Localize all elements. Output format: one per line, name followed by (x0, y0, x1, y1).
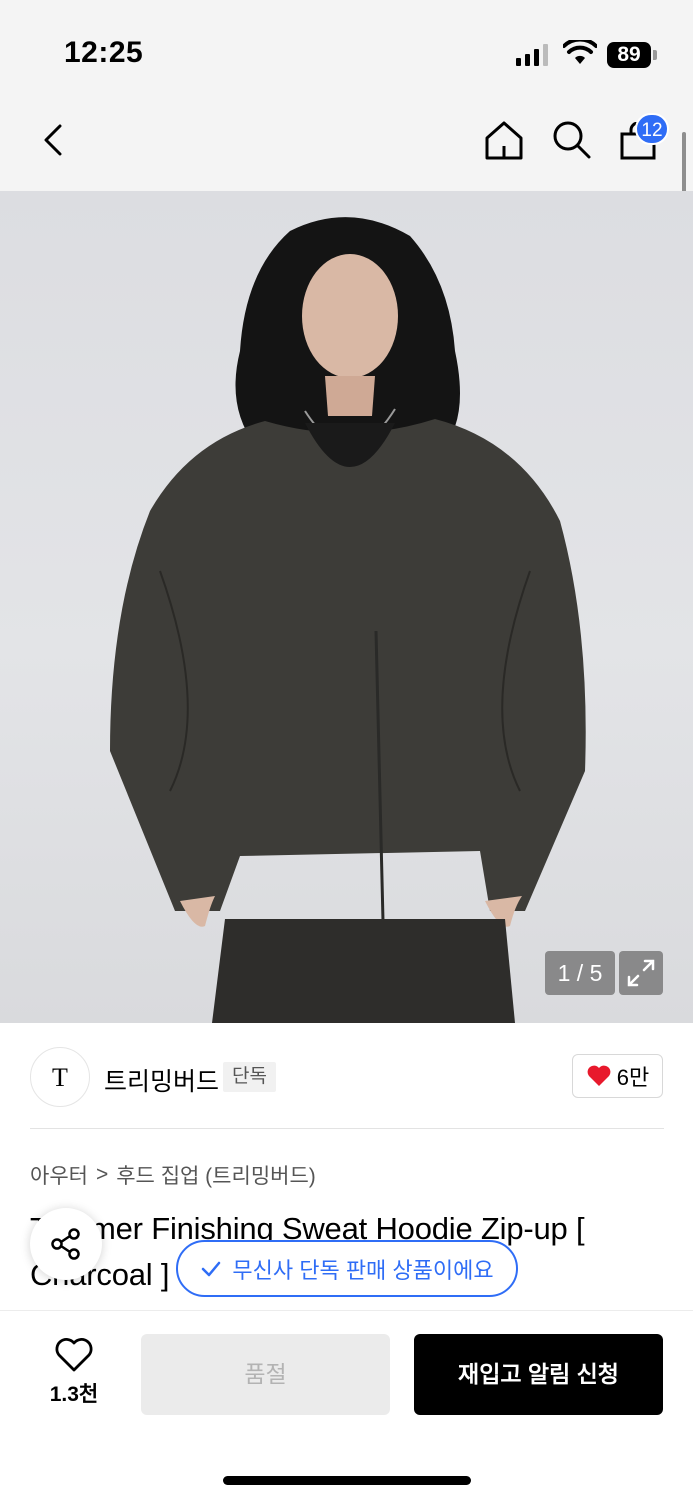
breadcrumb-category[interactable]: 아우터 (30, 1160, 88, 1190)
breadcrumb-separator: > (95, 1163, 109, 1186)
share-button[interactable] (30, 1208, 102, 1280)
cellular-signal-icon (516, 44, 548, 66)
cart-count-badge[interactable]: 12 (635, 113, 669, 145)
status-time: 12:25 (64, 36, 144, 69)
back-icon[interactable] (36, 120, 72, 160)
home-icon[interactable] (482, 118, 526, 162)
brand-like-button[interactable]: 6만 (572, 1054, 663, 1098)
search-icon[interactable] (550, 118, 594, 162)
expand-icon[interactable] (619, 951, 663, 995)
check-icon (202, 1261, 221, 1276)
wishlist-count: 1.3천 (49, 1383, 99, 1406)
soldout-button[interactable]: 품절 (141, 1334, 390, 1415)
status-bar: 12:25 89 (0, 0, 693, 100)
exclusive-toast: 무신사 단독 판매 상품이에요 (176, 1240, 518, 1297)
brand-logo[interactable]: T (30, 1047, 90, 1107)
bottom-action-bar: 1.3천 품절 재입고 알림 신청 (0, 1310, 693, 1500)
top-nav-bar: 12 (0, 100, 693, 191)
brand-like-count: 6만 (616, 1065, 650, 1090)
divider (30, 1128, 664, 1129)
product-image[interactable]: 1 / 5 (0, 191, 693, 1023)
image-counter: 1 / 5 (545, 951, 615, 995)
heart-icon (55, 1338, 93, 1372)
home-indicator[interactable] (223, 1476, 471, 1485)
wifi-icon (563, 40, 597, 64)
battery-level: 89 (607, 42, 651, 68)
brand-row: T 트리밍버드 단독 6만 (0, 1023, 693, 1129)
breadcrumb: 아우터 > 후드 집업 (트리밍버드) (30, 1160, 316, 1190)
heart-icon (587, 1065, 611, 1086)
restock-alert-button[interactable]: 재입고 알림 신청 (414, 1334, 663, 1415)
brand-name[interactable]: 트리밍버드 (104, 1062, 219, 1098)
exclusive-badge: 단독 (223, 1062, 276, 1092)
toast-text: 무신사 단독 판매 상품이에요 (232, 1257, 494, 1283)
product-photo (110, 217, 586, 1023)
breadcrumb-subcategory[interactable]: 후드 집업 (트리밍버드) (116, 1160, 316, 1190)
share-icon (51, 1228, 80, 1260)
battery-cap (653, 50, 657, 60)
wishlist-button[interactable]: 1.3천 (40, 1337, 108, 1408)
